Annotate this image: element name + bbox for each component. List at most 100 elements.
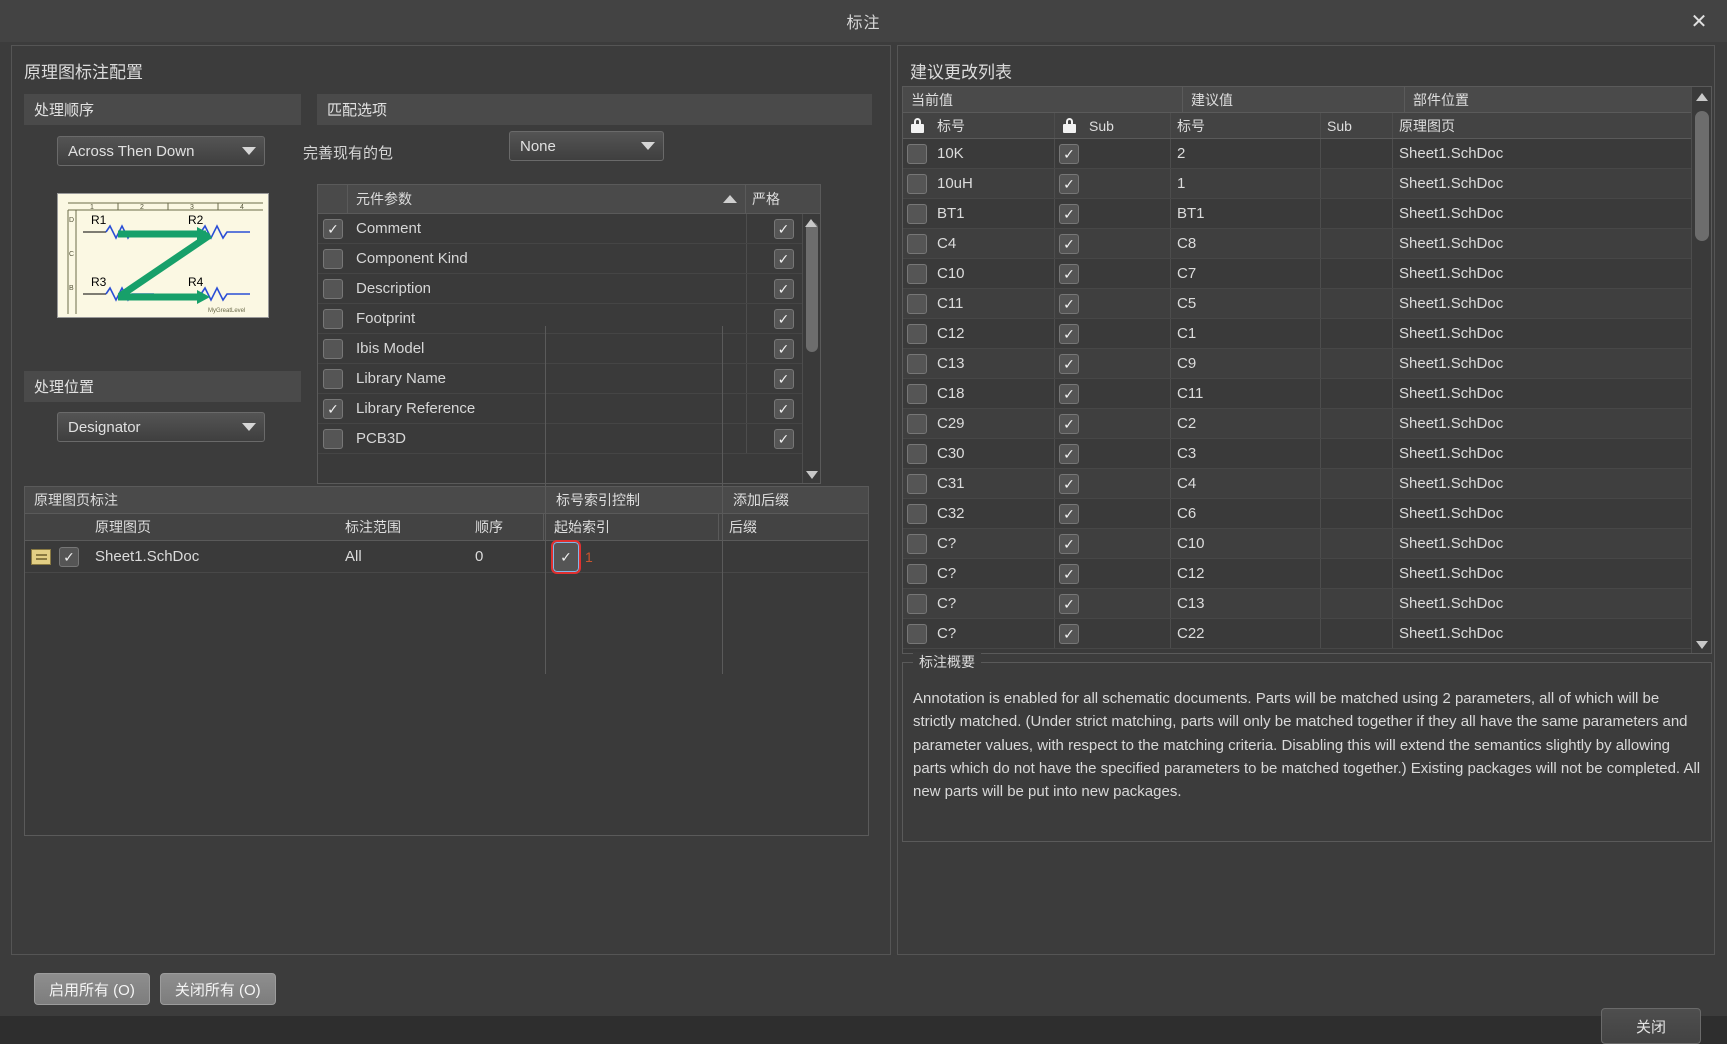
row-sub-checkbox[interactable]: ✓ bbox=[1059, 233, 1079, 254]
col-proposed-sub[interactable]: Sub bbox=[1321, 113, 1393, 138]
table-row[interactable]: ✓C31✓ C4 Sheet1.SchDoc bbox=[903, 469, 1711, 499]
row-sub-checkbox[interactable]: ✓ bbox=[1059, 143, 1079, 164]
close-button[interactable]: 关闭 bbox=[1601, 1008, 1701, 1044]
row-select-cell: ✓ bbox=[903, 233, 931, 254]
col-order[interactable]: 顺序 bbox=[475, 517, 543, 537]
cell-current-sub bbox=[1083, 139, 1171, 168]
changes-table-scrollbar[interactable] bbox=[1691, 87, 1711, 653]
enable-all-button[interactable]: 启用所有 (O) bbox=[34, 973, 150, 1005]
disable-all-button[interactable]: 关闭所有 (O) bbox=[159, 973, 276, 1005]
param-enable-checkbox-cell: ✓ bbox=[318, 338, 348, 359]
row-sub-checkbox[interactable]: ✓ bbox=[1059, 323, 1079, 344]
lock-icon[interactable] bbox=[1055, 118, 1083, 133]
close-icon[interactable]: ✕ bbox=[1671, 0, 1727, 42]
row-lock-checkbox[interactable]: ✓ bbox=[907, 293, 927, 314]
row-lock-checkbox[interactable]: ✓ bbox=[907, 353, 927, 374]
table-row[interactable]: ✓C4✓ C8 Sheet1.SchDoc bbox=[903, 229, 1711, 259]
table-row[interactable]: ✓C13✓ C9 Sheet1.SchDoc bbox=[903, 349, 1711, 379]
param-enable-checkbox[interactable]: ✓ bbox=[323, 308, 343, 329]
row-sub-checkbox[interactable]: ✓ bbox=[1059, 353, 1079, 374]
row-sub-checkbox[interactable]: ✓ bbox=[1059, 563, 1079, 584]
table-row[interactable]: ✓C12✓ C1 Sheet1.SchDoc bbox=[903, 319, 1711, 349]
row-sub-checkbox[interactable]: ✓ bbox=[1059, 443, 1079, 464]
row-lock-checkbox[interactable]: ✓ bbox=[907, 503, 927, 524]
param-enable-checkbox[interactable]: ✓ bbox=[323, 338, 343, 359]
param-strict-checkbox[interactable]: ✓ bbox=[773, 218, 794, 239]
row-lock-checkbox[interactable]: ✓ bbox=[907, 443, 927, 464]
param-enable-checkbox[interactable]: ✓ bbox=[323, 398, 343, 419]
row-lock-checkbox[interactable]: ✓ bbox=[907, 533, 927, 554]
row-lock-checkbox[interactable]: ✓ bbox=[907, 203, 927, 224]
param-strict-checkbox[interactable]: ✓ bbox=[773, 278, 794, 299]
chevron-up-icon[interactable] bbox=[805, 219, 817, 227]
table-row[interactable]: ✓C29✓ C2 Sheet1.SchDoc bbox=[903, 409, 1711, 439]
table-row[interactable]: ✓C18✓ C11 Sheet1.SchDoc bbox=[903, 379, 1711, 409]
table-row[interactable]: ✓ Description ✓ bbox=[318, 274, 820, 304]
matching-table-header: 元件参数 严格 bbox=[318, 185, 820, 214]
row-sub-checkbox[interactable]: ✓ bbox=[1059, 503, 1079, 524]
col-current-designator[interactable]: 标号 bbox=[931, 113, 1055, 138]
row-lock-checkbox[interactable]: ✓ bbox=[907, 563, 927, 584]
existing-packages-dropdown[interactable]: None bbox=[509, 131, 664, 161]
row-sub-checkbox[interactable]: ✓ bbox=[1059, 413, 1079, 434]
row-lock-checkbox[interactable]: ✓ bbox=[907, 263, 927, 284]
param-enable-checkbox[interactable]: ✓ bbox=[323, 248, 343, 269]
row-sub-checkbox[interactable]: ✓ bbox=[1059, 473, 1079, 494]
matching-header-strict[interactable]: 严格 bbox=[746, 185, 820, 213]
row-sub-checkbox[interactable]: ✓ bbox=[1059, 173, 1079, 194]
row-lock-checkbox[interactable]: ✓ bbox=[907, 623, 927, 644]
table-row[interactable]: ✓ Component Kind ✓ bbox=[318, 244, 820, 274]
row-sub-checkbox[interactable]: ✓ bbox=[1059, 593, 1079, 614]
table-row[interactable]: ✓C?✓ C10 Sheet1.SchDoc bbox=[903, 529, 1711, 559]
matching-table-scrollbar[interactable] bbox=[802, 214, 820, 483]
row-lock-checkbox[interactable]: ✓ bbox=[907, 233, 927, 254]
table-row[interactable]: ✓10uH✓ 1 Sheet1.SchDoc bbox=[903, 169, 1711, 199]
param-enable-checkbox[interactable]: ✓ bbox=[323, 428, 343, 449]
sheet-enable-checkbox[interactable]: ✓ bbox=[59, 546, 79, 567]
row-select-cell: ✓ bbox=[903, 143, 931, 164]
row-lock-checkbox[interactable]: ✓ bbox=[907, 143, 927, 164]
matching-header-param[interactable]: 元件参数 bbox=[348, 185, 746, 213]
table-row[interactable]: ✓C30✓ C3 Sheet1.SchDoc bbox=[903, 439, 1711, 469]
table-row[interactable]: ✓C32✓ C6 Sheet1.SchDoc bbox=[903, 499, 1711, 529]
param-enable-checkbox[interactable]: ✓ bbox=[323, 368, 343, 389]
table-row[interactable]: ✓C?✓ C13 Sheet1.SchDoc bbox=[903, 589, 1711, 619]
table-row[interactable]: ✓C10✓ C7 Sheet1.SchDoc bbox=[903, 259, 1711, 289]
param-enable-checkbox[interactable]: ✓ bbox=[323, 278, 343, 299]
row-sub-checkbox[interactable]: ✓ bbox=[1059, 383, 1079, 404]
param-strict-checkbox[interactable]: ✓ bbox=[773, 248, 794, 269]
row-lock-checkbox[interactable]: ✓ bbox=[907, 473, 927, 494]
row-sub-checkbox[interactable]: ✓ bbox=[1059, 203, 1079, 224]
row-sub-checkbox[interactable]: ✓ bbox=[1059, 623, 1079, 644]
svg-text:3: 3 bbox=[190, 204, 194, 211]
table-row[interactable]: ✓C11✓ C5 Sheet1.SchDoc bbox=[903, 289, 1711, 319]
param-enable-checkbox[interactable]: ✓ bbox=[323, 218, 343, 239]
row-lock-checkbox[interactable]: ✓ bbox=[907, 593, 927, 614]
table-row[interactable]: ✓BT1✓BT1Sheet1.SchDoc bbox=[903, 199, 1711, 229]
row-lock-checkbox[interactable]: ✓ bbox=[907, 173, 927, 194]
row-lock-checkbox[interactable]: ✓ bbox=[907, 413, 927, 434]
scrollbar-thumb[interactable] bbox=[806, 222, 818, 352]
col-proposed-designator[interactable]: 标号 bbox=[1171, 113, 1321, 138]
col-current-sub[interactable]: Sub bbox=[1083, 113, 1171, 138]
col-scope[interactable]: 标注范围 bbox=[345, 517, 475, 537]
row-lock-checkbox[interactable]: ✓ bbox=[907, 323, 927, 344]
row-sub-lock-cell: ✓ bbox=[1055, 353, 1083, 374]
chevron-up-icon[interactable] bbox=[1696, 93, 1708, 101]
table-row[interactable]: ✓C?✓ C22 Sheet1.SchDoc bbox=[903, 619, 1711, 649]
row-sub-checkbox[interactable]: ✓ bbox=[1059, 293, 1079, 314]
row-sub-checkbox[interactable]: ✓ bbox=[1059, 263, 1079, 284]
col-schematic-sheet[interactable]: 原理图页 bbox=[1393, 113, 1711, 138]
process-location-dropdown[interactable]: Designator bbox=[57, 412, 265, 442]
col-sheet[interactable]: 原理图页 bbox=[95, 517, 345, 537]
row-sub-checkbox[interactable]: ✓ bbox=[1059, 533, 1079, 554]
table-row[interactable]: ✓C?✓ C12 Sheet1.SchDoc bbox=[903, 559, 1711, 589]
scrollbar-thumb[interactable] bbox=[1695, 111, 1709, 241]
table-row[interactable]: ✓ Comment ✓ bbox=[318, 214, 820, 244]
row-lock-checkbox[interactable]: ✓ bbox=[907, 383, 927, 404]
chevron-down-icon[interactable] bbox=[806, 471, 818, 479]
chevron-down-icon[interactable] bbox=[1696, 641, 1708, 649]
process-order-dropdown[interactable]: Across Then Down bbox=[57, 136, 265, 166]
lock-icon[interactable] bbox=[903, 118, 931, 133]
table-row[interactable]: ✓10K✓ 2 Sheet1.SchDoc bbox=[903, 139, 1711, 169]
